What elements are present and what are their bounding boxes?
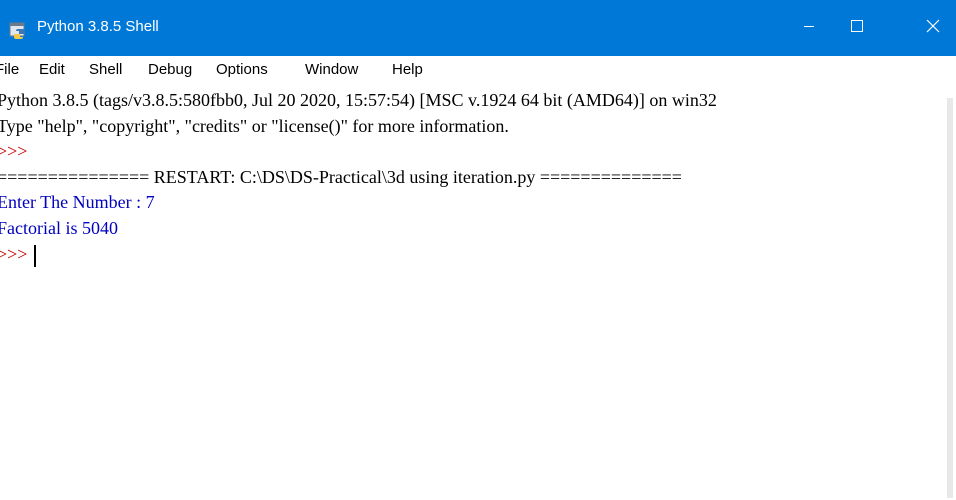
menu-options[interactable]: Options [216,61,268,78]
shell-line-banner: Python 3.8.5 (tags/v3.8.5:580fbb0, Jul 2… [0,90,717,110]
shell-line-result: Factorial is 5040 [0,218,118,238]
menu-help[interactable]: Help [392,61,423,78]
shell-line-input: Enter The Number : 7 [0,192,155,212]
menu-window[interactable]: Window [305,61,358,78]
close-button[interactable] [910,0,956,56]
shell-prompt: >>> [0,141,32,161]
shell-text-area[interactable]: Python 3.8.5 (tags/v3.8.5:580fbb0, Jul 2… [0,84,944,500]
minimize-button[interactable] [786,0,832,56]
menu-file[interactable]: File [0,61,19,78]
text-cursor [33,244,36,267]
shell-line-restart: =============== RESTART: C:\DS\DS-Practi… [0,167,682,187]
maximize-button[interactable] [834,0,880,56]
close-icon [926,19,940,38]
menu-bar: File Edit Shell Debug Options Window Hel… [0,56,956,84]
shell-active-prompt-line[interactable]: >>> [0,242,36,267]
menu-edit[interactable]: Edit [39,61,65,78]
title-bar[interactable]: Python 3.8.5 Shell [0,0,956,56]
maximize-icon [850,19,864,38]
window-title: Python 3.8.5 Shell [37,18,159,35]
vertical-scrollbar[interactable] [944,84,956,500]
python-app-icon [9,20,29,40]
menu-shell[interactable]: Shell [89,61,122,78]
idle-shell-window: Python 3.8.5 Shell File Edit Shell Debug [0,0,956,500]
scrollbar-track[interactable] [947,98,953,498]
minimize-icon [803,19,815,37]
menu-debug[interactable]: Debug [148,61,192,78]
shell-line-info: Type "help", "copyright", "credits" or "… [0,116,509,136]
shell-prompt: >>> [0,244,32,264]
